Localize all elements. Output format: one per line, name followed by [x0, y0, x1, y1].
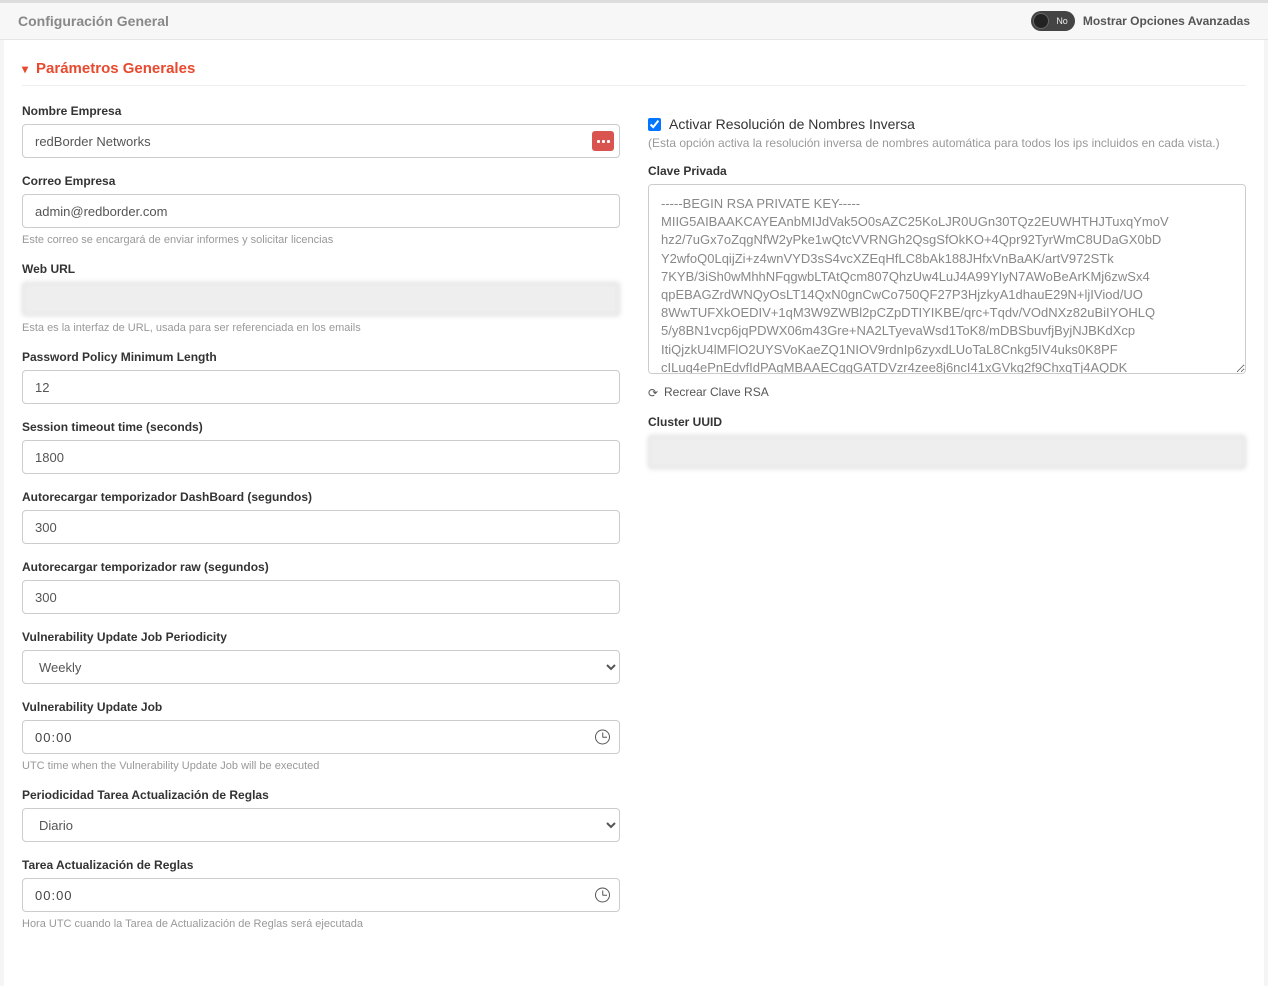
advanced-label: Mostrar Opciones Avanzadas — [1083, 14, 1250, 28]
page-header: Configuración General No Mostrar Opcione… — [0, 3, 1268, 40]
private-key-textarea[interactable] — [648, 184, 1246, 374]
company-email-label: Correo Empresa — [22, 174, 620, 188]
reverse-dns-checkbox[interactable] — [648, 118, 661, 131]
company-email-input[interactable] — [22, 194, 620, 228]
rules-job-label: Tarea Actualización de Reglas — [22, 858, 620, 872]
page-title: Configuración General — [18, 13, 169, 29]
company-name-label: Nombre Empresa — [22, 104, 620, 118]
vuln-period-select[interactable]: Weekly — [22, 650, 620, 684]
web-url-help: Esta es la interfaz de URL, usada para s… — [22, 322, 620, 334]
pw-policy-label: Password Policy Minimum Length — [22, 350, 620, 364]
vuln-job-time-input[interactable] — [22, 720, 620, 754]
reverse-dns-help: (Esta opción activa la resolución invers… — [648, 136, 1246, 150]
chevron-down-icon: ▾ — [22, 62, 28, 76]
raw-reload-label: Autorecargar temporizador raw (segundos) — [22, 560, 620, 574]
web-url-input[interactable] — [22, 282, 620, 316]
extension-icon[interactable] — [592, 131, 614, 151]
refresh-icon — [648, 386, 660, 398]
section-header[interactable]: ▾ Parámetros Generales — [22, 60, 1246, 86]
pw-policy-input[interactable] — [22, 370, 620, 404]
session-timeout-input[interactable] — [22, 440, 620, 474]
regenerate-rsa-link[interactable]: Recrear Clave RSA — [648, 385, 1246, 399]
cluster-uuid-input — [648, 435, 1246, 469]
rules-job-help: Hora UTC cuando la Tarea de Actualizació… — [22, 918, 620, 930]
vuln-job-help: UTC time when the Vulnerability Update J… — [22, 760, 620, 772]
rules-period-select[interactable]: Diario — [22, 808, 620, 842]
session-timeout-label: Session timeout time (seconds) — [22, 420, 620, 434]
private-key-label: Clave Privada — [648, 164, 1246, 178]
web-url-label: Web URL — [22, 262, 620, 276]
vuln-period-label: Vulnerability Update Job Periodicity — [22, 630, 620, 644]
company-email-help: Este correo se encargará de enviar infor… — [22, 234, 620, 246]
advanced-toggle[interactable]: No — [1031, 11, 1075, 31]
company-name-input[interactable] — [22, 124, 620, 158]
dash-reload-label: Autorecargar temporizador DashBoard (seg… — [22, 490, 620, 504]
rules-job-time-input[interactable] — [22, 878, 620, 912]
reverse-dns-label: Activar Resolución de Nombres Inversa — [669, 116, 915, 132]
toggle-state-label: No — [1056, 16, 1068, 26]
rules-period-label: Periodicidad Tarea Actualización de Regl… — [22, 788, 620, 802]
dash-reload-input[interactable] — [22, 510, 620, 544]
raw-reload-input[interactable] — [22, 580, 620, 614]
section-title: Parámetros Generales — [36, 60, 195, 77]
cluster-uuid-label: Cluster UUID — [648, 415, 1246, 429]
vuln-job-label: Vulnerability Update Job — [22, 700, 620, 714]
